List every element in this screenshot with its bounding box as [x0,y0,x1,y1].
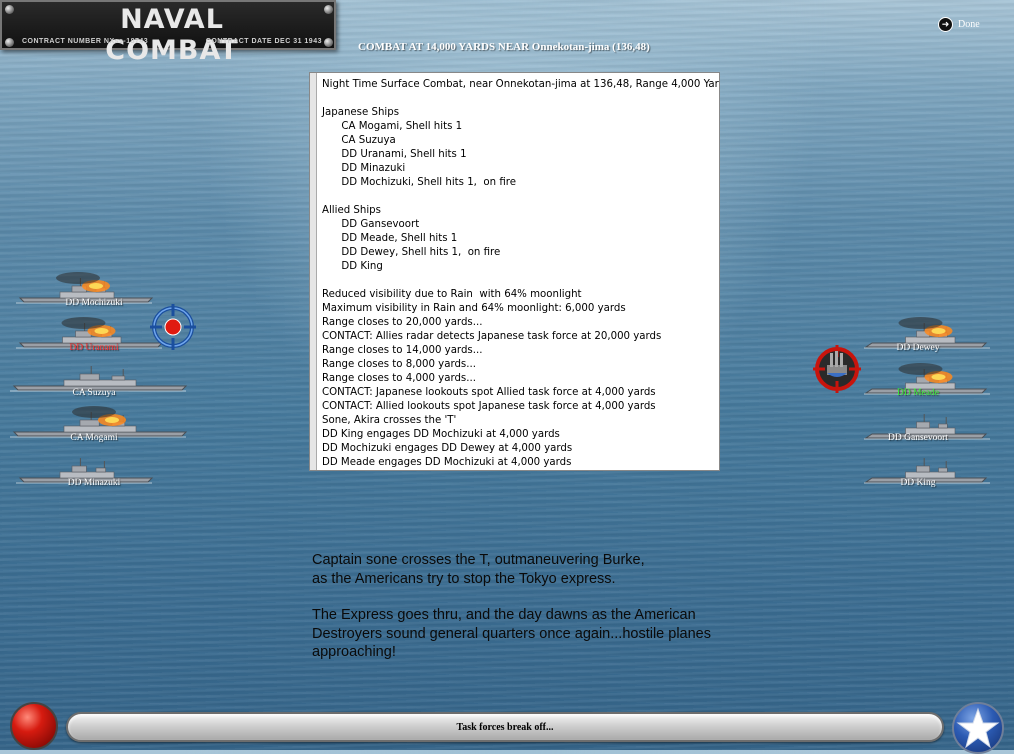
ship-label: DD Meade [897,388,939,398]
ship-label: DD Dewey [896,343,940,353]
ship-label: DD King [900,478,936,488]
report-line [322,190,715,204]
report-line: DD Mochizuki engages DD Dewey at 4,000 y… [322,443,573,454]
logo-title: NAVAL COMBAT [105,4,239,66]
rivet-icon [324,5,333,14]
contract-number: CONTRACT NUMBER NXss-18743 [22,38,149,45]
narrative-line: Destroyers sound general quarters once a… [312,625,711,642]
status-bar: Task forces break off... [66,712,944,742]
report-line: Range closes to 14,000 yards... [322,345,483,356]
rivet-icon [5,5,14,14]
report-line [322,274,715,288]
report-line: Sone, Akira crosses the 'T' [322,415,457,426]
narrative-line: as the Americans try to stop the Tokyo e… [312,570,616,587]
logo-subtitle: CONTRACT NUMBER NXss-18743 CONTRACT DATE… [22,38,322,45]
battleship-target-icon[interactable] [813,345,861,393]
contract-date: CONTRACT DATE DEC 31 1943 [205,38,322,45]
us-star-roundel-icon[interactable] [952,702,1004,754]
report-line: CA Mogami, Shell hits 1 [322,121,463,132]
combat-report-text: Night Time Surface Combat, near Onnekota… [322,78,720,470]
report-line: DD Gansevoort [322,219,420,230]
ship-label: DD Minazuki [67,478,121,488]
report-line: Japanese Ships [322,107,400,118]
report-line: CONTACT: Allies radar detects Japanese t… [322,331,662,342]
report-line: DD Uranami, Shell hits 1 [322,149,467,160]
report-line: DD Dewey, Shell hits 1, on fire [322,247,501,258]
report-line: Allied Ships [322,205,381,216]
report-line: DD Minazuki [322,163,406,174]
rivet-icon [5,38,14,47]
report-line: DD Mochizuki, Shell hits 1, on fire [322,177,516,188]
naval-combat-logo: NAVAL COMBAT CONTRACT NUMBER NXss-18743 … [0,0,336,66]
ship-label: CA Suzuya [72,388,116,398]
combat-title: COMBAT AT 14,000 YARDS NEAR Onnekotan-ji… [358,41,650,53]
report-line: DD King [322,261,383,272]
report-line: CA Suzuya [322,135,396,146]
combat-report-panel[interactable]: Night Time Surface Combat, near Onnekota… [309,72,720,471]
report-line: Maximum visibility in Rain and 64% moonl… [322,303,626,314]
rivet-icon [324,38,333,47]
status-message: Task forces break off... [456,722,554,733]
report-line: DD Meade engages DD Mochizuki at 4,000 y… [322,457,572,468]
ship-label: CA Mogami [70,433,118,443]
crosshair-target-icon[interactable] [150,304,196,350]
report-line: Range closes to 20,000 yards... [322,317,483,328]
star-icon [956,707,1000,749]
narrative-line: approaching! [312,644,396,660]
report-line: Range closes to 4,000 yards... [322,373,476,384]
narrative-line: The Express goes thru, and the day dawns… [312,607,696,623]
report-line: Range closes to 8,000 yards... [322,359,476,370]
report-line: Night Time Surface Combat, near Onnekota… [322,79,720,90]
narrative-line: Captain sone crosses the T, outmaneuveri… [312,552,645,568]
done-label: Done [958,19,980,30]
report-line: CONTACT: Allied lookouts spot Japanese t… [322,401,656,412]
red-round-button-icon[interactable] [10,702,58,750]
report-line: DD King engages DD Mochizuki at 4,000 ya… [322,429,560,440]
report-scrollbar[interactable] [310,73,317,470]
arrow-right-circle-icon: ➜ [938,17,953,32]
report-line: Reduced visibility due to Rain with 64% … [322,289,582,300]
ship-label: DD Gansevoort [888,433,948,443]
report-line [322,92,715,106]
done-button[interactable]: ➜ Done [938,17,980,32]
report-line: CONTACT: Japanese lookouts spot Allied t… [322,387,656,398]
report-line: DD Meade, Shell hits 1 [322,233,458,244]
narrative-text: Captain sone crosses the T, outmaneuveri… [312,551,772,662]
